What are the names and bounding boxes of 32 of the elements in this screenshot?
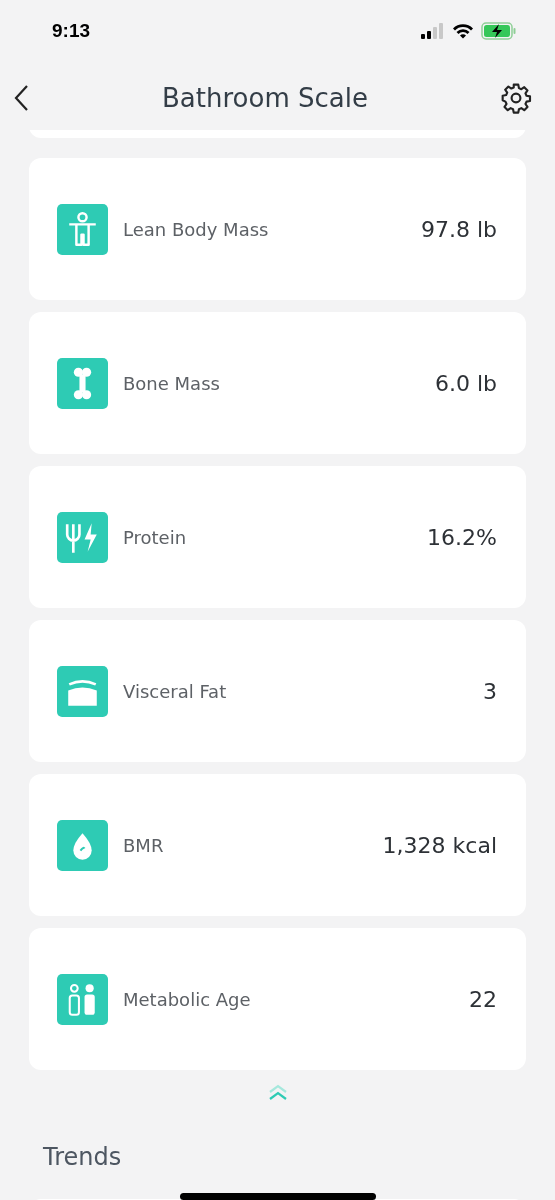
metric-label: Lean Body Mass bbox=[123, 218, 270, 240]
metric-value: 1,328 kcal bbox=[382, 832, 497, 858]
metric-value: 22 bbox=[469, 986, 497, 1012]
bed-icon bbox=[57, 665, 108, 717]
back-button[interactable] bbox=[14, 83, 30, 112]
metric-value: 97.8 lb bbox=[420, 216, 497, 242]
metric-label: Visceral Fat bbox=[123, 680, 228, 702]
two-figures-icon bbox=[57, 973, 108, 1025]
metric-value: 16.2% bbox=[427, 524, 497, 550]
metric-card[interactable]: BMR 1,328 kcal bbox=[29, 774, 526, 916]
metric-value: 6.0 lb bbox=[434, 370, 497, 396]
fork-bolt-icon bbox=[57, 511, 108, 563]
metric-card[interactable]: Protein 16.2% bbox=[29, 466, 526, 608]
metric-card[interactable]: Lean Body Mass 97.8 lb bbox=[29, 158, 526, 300]
screen-title: Bathroom Scale bbox=[162, 82, 368, 113]
flame-icon bbox=[57, 819, 108, 871]
metric-card[interactable]: Metabolic Age 22 bbox=[29, 928, 526, 1070]
bone-icon bbox=[57, 357, 108, 409]
section-title: Trends bbox=[43, 1143, 123, 1171]
signal-icon bbox=[421, 22, 445, 39]
battery-icon bbox=[481, 21, 517, 40]
metric-label: BMR bbox=[123, 834, 165, 856]
metric-card[interactable]: Bone Mass 6.0 lb bbox=[29, 312, 526, 454]
person-icon bbox=[57, 203, 108, 255]
metric-label: Metabolic Age bbox=[123, 988, 252, 1010]
metric-value: 3 bbox=[483, 678, 497, 704]
metric-label: Bone Mass bbox=[123, 372, 221, 394]
clock-time: 9:13 bbox=[52, 19, 91, 43]
metric-label: Protein bbox=[123, 526, 188, 548]
settings-button[interactable] bbox=[500, 81, 532, 114]
wifi-icon bbox=[452, 22, 474, 39]
metric-card[interactable]: Visceral Fat 3 bbox=[29, 620, 526, 762]
